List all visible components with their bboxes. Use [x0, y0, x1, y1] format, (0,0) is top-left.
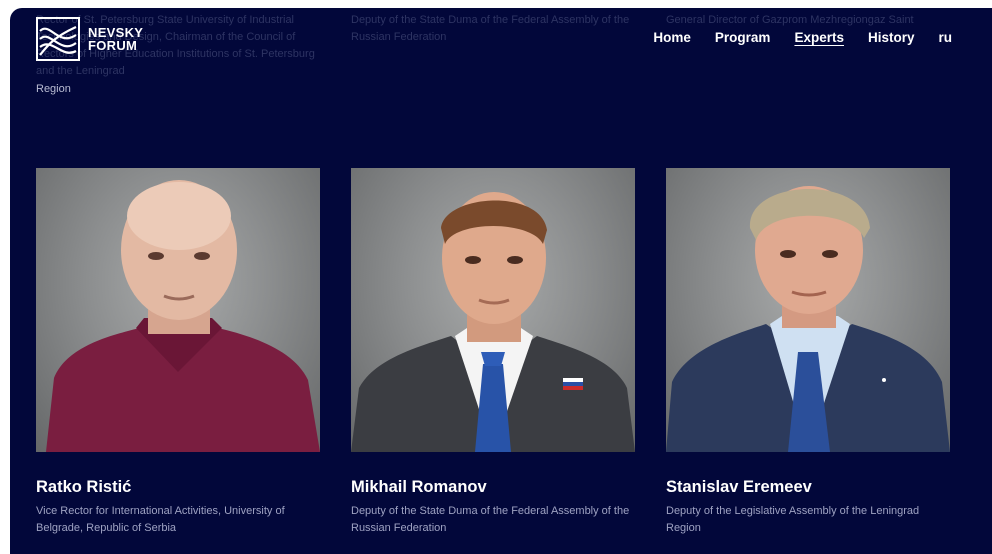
expert-card[interactable]: Ratko Ristić Vice Rector for Internation…: [36, 168, 320, 537]
person-portrait-icon: [666, 186, 950, 452]
person-portrait-icon: [351, 192, 635, 452]
site-logo[interactable]: NEVSKY FORUM: [36, 17, 143, 61]
logo-text: NEVSKY FORUM: [88, 26, 143, 52]
site-header: NEVSKY FORUM Home Program Experts Histor…: [10, 8, 992, 70]
expert-role: Deputy of the Legislative Assembly of th…: [666, 505, 920, 534]
main-nav: Home Program Experts History ru: [629, 30, 952, 45]
nav-experts[interactable]: Experts: [794, 30, 844, 45]
expert-role: Vice Rector for International Activities…: [36, 505, 285, 534]
expert-card[interactable]: Mikhail Romanov Deputy of the State Duma…: [351, 168, 635, 537]
expert-card[interactable]: Stanislav Eremeev Deputy of the Legislat…: [666, 168, 950, 537]
expert-role: Deputy of the State Duma of the Federal …: [351, 505, 630, 534]
logo-line-2: FORUM: [88, 38, 138, 53]
page-frame: Rector of St. Petersburg State Universit…: [10, 8, 992, 554]
nav-history[interactable]: History: [868, 30, 915, 45]
expert-name: Mikhail Romanov: [351, 478, 487, 496]
expert-name: Ratko Ristić: [36, 478, 132, 496]
language-switch[interactable]: ru: [939, 30, 953, 45]
person-portrait-icon: [46, 180, 320, 452]
expert-photo: [36, 168, 320, 452]
expert-photo: [666, 168, 950, 452]
nav-home[interactable]: Home: [653, 30, 691, 45]
expert-photo: [351, 168, 635, 452]
previous-expert-role-tail: Region: [36, 83, 71, 95]
expert-name: Stanislav Eremeev: [666, 478, 812, 496]
nevsky-forum-logo-icon: [36, 17, 80, 61]
nav-program[interactable]: Program: [715, 30, 771, 45]
